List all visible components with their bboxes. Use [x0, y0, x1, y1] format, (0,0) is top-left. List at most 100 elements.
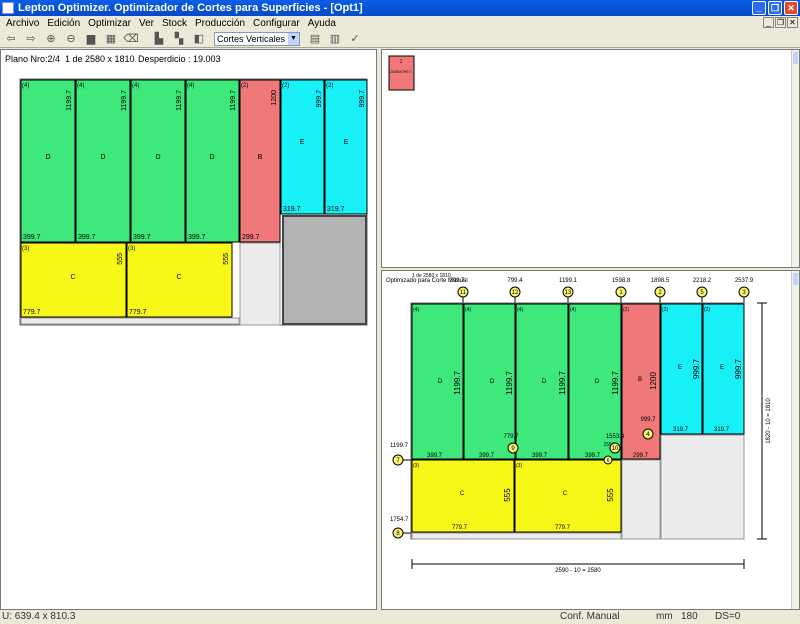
piece-C-1[interactable]: (3) 555 C 779.7: [20, 242, 127, 318]
marker-12[interactable]: 12: [509, 286, 521, 305]
grid-icon[interactable]: ▤: [306, 31, 324, 47]
menu-ayuda[interactable]: Ayuda: [304, 18, 340, 29]
thumb-plan-1[interactable]: 1 2000X799.7: [388, 55, 415, 91]
menu-configurar[interactable]: Configurar: [249, 18, 304, 29]
plan-canvas[interactable]: Plano Nro:2/4 1 de 2580 x 1810 Desperdic…: [1, 50, 377, 610]
detail-pane[interactable]: 1 de 2580 x 1810 Optimizado para Corte M…: [381, 270, 800, 610]
zoom-in-icon[interactable]: ⊕: [42, 31, 60, 47]
svg-text:(4): (4): [22, 83, 29, 89]
eraser-icon[interactable]: ⌫: [122, 31, 140, 47]
left-dim-0: 1199.7: [390, 443, 409, 449]
menu-optimizar[interactable]: Optimizar: [84, 18, 135, 29]
piece-stack-icon[interactable]: ▚: [170, 31, 188, 47]
piece-D-2[interactable]: (4) 1199.7 D 399.7: [75, 79, 131, 243]
piece-icon[interactable]: ▙: [150, 31, 168, 47]
menu-stock[interactable]: Stock: [158, 18, 191, 29]
detail-piece-B[interactable]: (2) B 1200 299.7: [621, 303, 661, 460]
marker-2[interactable]: 2: [654, 286, 666, 305]
marker-8[interactable]: 8: [392, 527, 411, 539]
film-icon[interactable]: ▦: [102, 31, 120, 47]
detail-piece-C-2[interactable]: (3) C 555 779.7: [514, 459, 622, 533]
svg-text:399.7: 399.7: [479, 453, 495, 459]
piece-B[interactable]: (2) 1200 B 299.7: [239, 79, 281, 243]
piece-E-1[interactable]: (2) 999.7 E 319.7: [280, 79, 325, 215]
waste-block: [282, 215, 367, 325]
layout-icon[interactable]: ◧: [190, 31, 208, 47]
detail-scrollbar[interactable]: [791, 271, 799, 609]
marker-10[interactable]: 10: [609, 442, 621, 454]
svg-text:399.7: 399.7: [188, 234, 206, 241]
zoom-out-icon[interactable]: ⊖: [62, 31, 80, 47]
svg-text:1199.7: 1199.7: [230, 90, 237, 111]
svg-text:(2): (2): [241, 83, 248, 89]
svg-text:999.7: 999.7: [692, 358, 701, 379]
svg-text:1199.7: 1199.7: [176, 90, 183, 111]
marker-4[interactable]: 4: [642, 428, 654, 440]
svg-text:(3): (3): [128, 246, 135, 252]
detail-piece-E-1[interactable]: (2) E 999.7 319.7: [660, 303, 703, 435]
marker-6[interactable]: 6: [603, 455, 613, 465]
detail-piece-E-2[interactable]: (2) E 999.7 319.7: [702, 303, 745, 435]
piece-D-1[interactable]: (4) 1199.7 D 399.7: [20, 79, 76, 243]
chevron-down-icon[interactable]: ▼: [288, 32, 299, 45]
top-dim-5: 2218.2: [693, 278, 712, 284]
marker-3[interactable]: 3: [738, 286, 750, 305]
menu-ver[interactable]: Ver: [135, 18, 158, 29]
svg-text:(2): (2): [326, 83, 333, 89]
svg-text:(4): (4): [570, 307, 576, 313]
svg-text:D: D: [155, 154, 160, 161]
thumbnails-scrollbar[interactable]: [791, 50, 799, 267]
marker-13[interactable]: 13: [562, 286, 574, 305]
mdi-restore-button[interactable]: ❐: [775, 17, 786, 28]
mdi-close-button[interactable]: ✕: [787, 17, 798, 28]
plan-desperdicio: Desperdicio : 19.003: [138, 54, 221, 64]
svg-text:1: 1: [400, 59, 403, 65]
checkmark-icon[interactable]: ✓: [346, 31, 364, 47]
close-button[interactable]: ✕: [784, 1, 798, 15]
svg-text:1199.7: 1199.7: [611, 371, 620, 395]
status-mode: Conf. Manual: [560, 611, 620, 622]
piece-C-2[interactable]: (3) 555 C 779.7: [126, 242, 233, 318]
piece-D-4[interactable]: (4) 1199.7 D 399.7: [185, 79, 240, 243]
piece-E-2[interactable]: (2) 999.7 E 319.7: [324, 79, 368, 215]
svg-text:1199.7: 1199.7: [505, 371, 514, 395]
thumbnails-pane[interactable]: 1 2000X799.7: [381, 49, 800, 268]
menu-bar: Archivo Edición Optimizar Ver Stock Prod…: [0, 16, 800, 30]
svg-text:D: D: [209, 154, 214, 161]
marker-7[interactable]: 7: [392, 454, 411, 466]
inner-dim-999: 999.7: [640, 417, 656, 423]
svg-text:999.7: 999.7: [316, 90, 323, 108]
detail-piece-D-1[interactable]: (4) D 1199.7 399.7: [411, 303, 464, 460]
folder-icon[interactable]: ▆: [82, 31, 100, 47]
svg-text:(2): (2): [704, 307, 710, 313]
inner-dim-779: 779.7: [503, 434, 519, 440]
marker-11[interactable]: 11: [457, 286, 469, 305]
menu-edicion[interactable]: Edición: [43, 18, 84, 29]
svg-text:1199.7: 1199.7: [121, 90, 128, 111]
detail-piece-D-3[interactable]: (4) D 1199.7 399.7: [515, 303, 569, 460]
marker-1[interactable]: 1: [615, 286, 627, 305]
detail-piece-C-1[interactable]: (3) C 555 779.7: [411, 459, 515, 533]
svg-text:319.7: 319.7: [283, 206, 301, 213]
forward-arrow-icon[interactable]: ⇨: [22, 31, 40, 47]
marker-5[interactable]: 5: [696, 286, 708, 305]
maximize-button[interactable]: ❐: [768, 1, 782, 15]
top-dim-6: 2537.9: [735, 278, 754, 284]
top-dim-3: 1598.8: [612, 278, 631, 284]
piece-D-3[interactable]: (4) 1199.7 D 399.7: [130, 79, 186, 243]
mdi-minimize-button[interactable]: _: [763, 17, 774, 28]
bottom-dim: 2590 - 10 = 2580: [555, 568, 601, 574]
menu-produccion[interactable]: Producción: [191, 18, 249, 29]
plan-view-pane[interactable]: Plano Nro:2/4 1 de 2580 x 1810 Desperdic…: [0, 49, 377, 610]
svg-text:555: 555: [606, 488, 615, 502]
minimize-button[interactable]: _: [752, 1, 766, 15]
menu-archivo[interactable]: Archivo: [2, 18, 43, 29]
svg-text:11: 11: [460, 290, 467, 296]
marker-9[interactable]: 9: [507, 442, 519, 454]
split-icon[interactable]: ▥: [326, 31, 344, 47]
view-select[interactable]: Cortes Verticales ▼: [214, 31, 300, 46]
back-arrow-icon[interactable]: ⇦: [2, 31, 20, 47]
mdi-controls: _ ❐ ✕: [763, 17, 798, 28]
top-dim-0: 399.7: [449, 278, 465, 284]
waste-light: [239, 242, 281, 326]
